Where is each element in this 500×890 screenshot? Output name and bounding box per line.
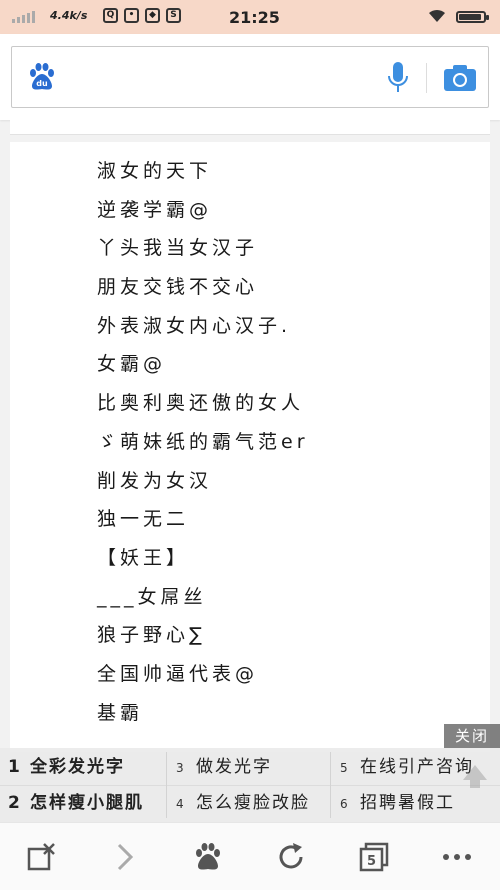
suggestion-rank: 6 — [340, 797, 350, 811]
divider — [0, 785, 500, 786]
s-app-icon: S — [166, 8, 181, 23]
suggestion-rank: 5 — [340, 761, 350, 775]
list-item: 削发为女汉 — [97, 469, 213, 492]
baidu-home-icon — [196, 843, 220, 870]
tabs-button[interactable]: 5 — [357, 840, 391, 874]
divider — [330, 752, 331, 818]
suggestion-text: 怎样瘦小腿肌 — [30, 793, 144, 813]
forward-button[interactable] — [108, 840, 142, 874]
message-icon: • — [124, 8, 139, 23]
qq-icon: Q — [103, 8, 118, 23]
more-button[interactable] — [440, 840, 474, 874]
search-input[interactable] — [72, 61, 376, 95]
refresh-icon — [279, 843, 303, 869]
more-icon — [443, 854, 471, 860]
shield-icon: ◆ — [145, 8, 160, 23]
refresh-button[interactable] — [274, 840, 308, 874]
list-item: 逆袭学霸@ — [97, 198, 213, 221]
bottom-toolbar: 5 — [0, 822, 500, 890]
list-item: 朋友交钱不交心 — [97, 276, 259, 299]
suggestion-rank: 1 — [8, 757, 20, 777]
suggestion-text: 招聘暑假工 — [360, 793, 455, 813]
suggestion-rank: 3 — [176, 761, 186, 775]
suggestion-text: 在线引产咨询 — [360, 757, 474, 777]
list-item: 外表淑女内心汉子. — [97, 314, 292, 337]
baidu-home-button[interactable] — [191, 840, 225, 874]
list-item: 丫头我当女汉子 — [97, 237, 259, 260]
divider — [426, 63, 427, 93]
list-item: 比奥利奥还傲的女人 — [97, 392, 305, 415]
baidu-paw-icon[interactable]: du — [26, 61, 58, 93]
suggestion-text: 做发光字 — [196, 757, 272, 777]
suggestion-rank: 4 — [176, 797, 186, 811]
search-header: du — [0, 34, 500, 120]
list-item: ___女屌丝 — [97, 585, 207, 608]
list-item: 基霸 — [97, 701, 144, 724]
suggestion-item[interactable]: 2 怎样瘦小腿肌 — [8, 786, 144, 820]
suggestion-item[interactable]: 4 怎么瘦脸改脸 — [176, 786, 310, 820]
microphone-icon[interactable] — [387, 60, 409, 96]
list-item: 独一无二 — [97, 508, 190, 531]
suggestion-item[interactable]: 1 全彩发光字 — [8, 750, 125, 784]
battery-fill — [459, 14, 481, 20]
signal-icon — [12, 11, 35, 23]
close-page-button[interactable] — [24, 840, 58, 874]
close-page-icon — [27, 843, 55, 871]
search-box[interactable]: du — [11, 46, 489, 108]
forward-icon — [117, 843, 134, 871]
hot-search-panel: 1 全彩发光字 3 做发光字 5 在线引产咨询 2 怎样瘦小腿肌 4 怎么瘦脸改脸 6 招聘… — [0, 748, 500, 822]
status-bar: 4.4k/s Q • ◆ S 21:25 — [0, 0, 500, 34]
divider — [166, 752, 167, 818]
list-item: 【妖王】 — [97, 546, 190, 569]
suggestion-text: 怎么瘦脸改脸 — [196, 793, 310, 813]
notification-icons: Q • ◆ S — [103, 8, 181, 23]
suggestion-rank: 2 — [8, 793, 20, 813]
tabs-icon: 5 — [359, 842, 389, 872]
list-item: 全国帅逼代表@ — [97, 662, 259, 685]
wifi-icon — [429, 9, 445, 22]
article-content: 淑女的天下逆袭学霸@ 丫头我当女汉子 朋友交钱不交心外表淑女内心汉子. 女霸@ 比奥利奥… — [10, 142, 490, 752]
list-item: 淑女的天下 — [97, 160, 213, 182]
list-item: 女霸@ — [97, 353, 167, 376]
suggestion-item[interactable]: 6 招聘暑假工 — [340, 786, 455, 820]
scroll-to-top-icon[interactable] — [460, 760, 490, 790]
logo-text: du — [36, 79, 48, 88]
battery-icon — [456, 11, 489, 23]
suggestion-item[interactable]: 3 做发光字 — [176, 750, 272, 784]
network-speed: 4.4k/s — [50, 9, 88, 22]
list-item: 狼子野心∑ — [97, 624, 206, 647]
name-list: 淑女的天下逆袭学霸@ 丫头我当女汉子 朋友交钱不交心外表淑女内心汉子. 女霸@ 比奥利奥… — [97, 157, 309, 737]
tab-count: 5 — [367, 854, 376, 869]
suggestion-text: 全彩发光字 — [30, 757, 125, 777]
list-item: ゞ萌妹纸的霸气范er — [97, 430, 309, 453]
suggestion-item[interactable]: 5 在线引产咨询 — [340, 750, 474, 784]
camera-icon[interactable] — [442, 63, 478, 93]
clock: 21:25 — [229, 8, 280, 27]
previous-section-edge — [10, 120, 490, 135]
close-suggestions-button[interactable]: 关闭 — [444, 724, 500, 748]
